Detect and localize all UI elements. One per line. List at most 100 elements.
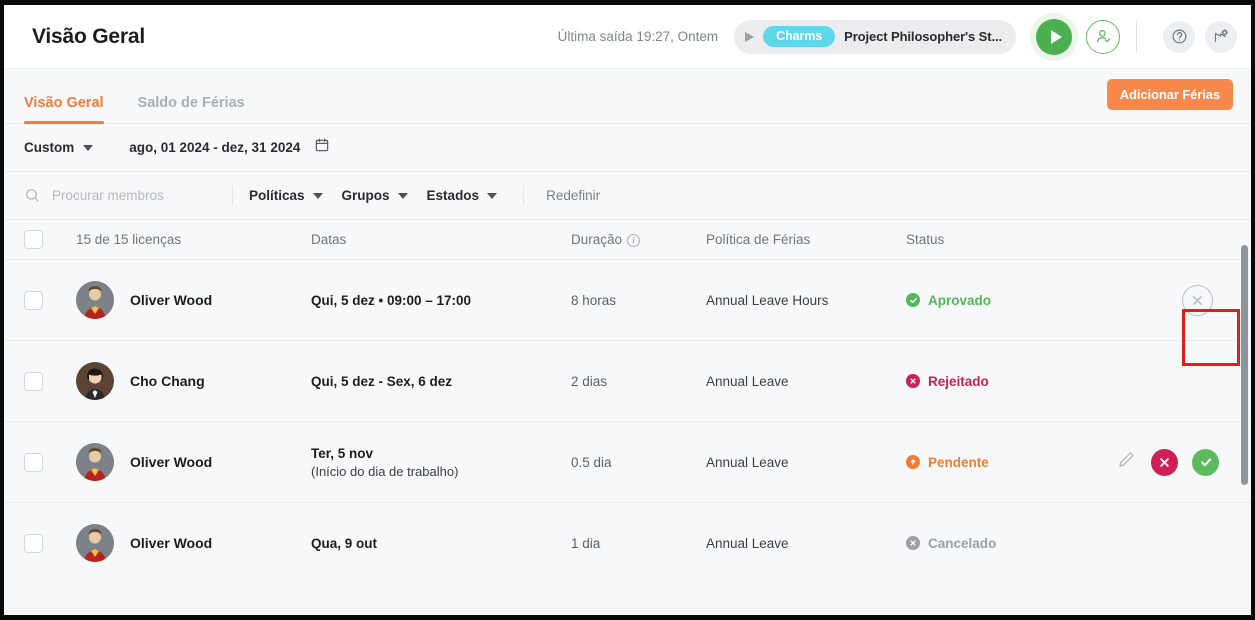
timer-project-name[interactable]: Project Philosopher's St... xyxy=(844,29,1002,44)
status-badge: Cancelado xyxy=(906,536,1116,551)
row-dates-cell: Qua, 9 out xyxy=(311,536,571,551)
row-policy: Annual Leave xyxy=(706,535,789,551)
user-check-icon[interactable] xyxy=(1086,19,1120,54)
status-badge: Aprovado xyxy=(906,293,1116,308)
edit-request-button[interactable] xyxy=(1116,449,1137,475)
chevron-down-icon xyxy=(312,192,323,199)
table-row[interactable]: Oliver Wood Qua, 9 out 1 dia Annual Leav… xyxy=(4,503,1251,582)
status-check-icon xyxy=(906,293,920,307)
help-button[interactable] xyxy=(1163,20,1195,53)
status-label: Pendente xyxy=(928,454,989,470)
row-checkbox[interactable] xyxy=(24,452,43,472)
row-dates: Ter, 5 nov xyxy=(311,445,374,461)
row-duration: 1 dia xyxy=(571,535,601,551)
table-header: 15 de 15 licenças Datas Duração i Polític… xyxy=(4,219,1251,260)
status-label: Rejeitado xyxy=(928,373,989,389)
row-status-cell: Rejeitado xyxy=(906,374,1116,389)
date-range-value[interactable]: ago, 01 2024 - dez, 31 2024 xyxy=(129,140,300,155)
status-badge: Pendente xyxy=(906,455,1116,470)
row-select-cell xyxy=(24,371,76,391)
header-divider xyxy=(1136,20,1137,53)
play-icon xyxy=(1036,18,1072,55)
row-dates: Qua, 9 out xyxy=(311,535,378,551)
tab-visao-geral[interactable]: Visão Geral xyxy=(24,95,104,124)
search-input[interactable]: Procurar membros xyxy=(24,187,232,204)
page-title: Visão Geral xyxy=(32,24,145,48)
row-dates-cell: Qui, 5 dez • 09:00 – 17:00 xyxy=(311,293,571,308)
filter-estados[interactable]: Estados xyxy=(427,188,498,203)
row-checkbox[interactable] xyxy=(24,533,43,553)
reset-filters-link[interactable]: Redefinir xyxy=(524,188,600,203)
approve-request-button[interactable] xyxy=(1192,448,1219,476)
filter-politicas-label: Políticas xyxy=(249,188,305,203)
table-row[interactable]: Oliver Wood Qui, 5 dez • 09:00 – 17:00 8… xyxy=(4,260,1251,341)
start-timer-button[interactable] xyxy=(1030,12,1078,61)
row-actions xyxy=(1116,284,1231,316)
row-checkbox[interactable] xyxy=(24,371,43,391)
row-select-cell xyxy=(24,452,76,472)
date-range-bar: Custom ago, 01 2024 - dez, 31 2024 xyxy=(4,124,1251,172)
avatar xyxy=(76,281,114,319)
row-dates-note: (Início do dia de trabalho) xyxy=(311,463,459,479)
row-checkbox[interactable] xyxy=(24,290,43,310)
row-dates-cell: Ter, 5 nov (Início do dia de trabalho) xyxy=(311,446,571,479)
status-pending-icon xyxy=(906,455,920,469)
avatar xyxy=(76,443,114,481)
table-row[interactable]: Oliver Wood Ter, 5 nov (Início do dia de… xyxy=(4,422,1251,503)
select-all-checkbox[interactable] xyxy=(24,230,43,249)
filter-bar: Procurar membros Políticas Grupos Estado… xyxy=(4,172,1251,219)
row-dates: Qui, 5 dez - Sex, 6 dez xyxy=(311,373,453,389)
select-all-cell xyxy=(24,230,76,249)
search-icon xyxy=(26,189,39,202)
vertical-scrollbar[interactable] xyxy=(1241,245,1248,485)
row-select-cell xyxy=(24,290,76,310)
table-row[interactable]: Cho Chang Qui, 5 dez - Sex, 6 dez 2 dias… xyxy=(4,341,1251,422)
active-timer-pill[interactable]: Charms Project Philosopher's St... xyxy=(734,19,1016,54)
column-dates: Datas xyxy=(311,232,347,247)
row-duration: 0.5 dia xyxy=(571,454,612,470)
member-name: Oliver Wood xyxy=(130,292,213,308)
column-licenses: 15 de 15 licenças xyxy=(76,232,182,247)
row-policy: Annual Leave xyxy=(706,454,789,470)
reject-request-button[interactable] xyxy=(1151,448,1178,476)
tab-saldo-de-ferias[interactable]: Saldo de Férias xyxy=(138,95,245,123)
row-select-cell xyxy=(24,533,76,553)
filter-grupos[interactable]: Grupos xyxy=(342,188,408,203)
row-member-cell: Oliver Wood xyxy=(76,524,311,562)
app-window: Visão Geral Última saída 19:27, Ontem Ch… xyxy=(0,0,1255,620)
add-vacation-button[interactable]: Adicionar Férias xyxy=(1106,79,1233,110)
timer-play-icon xyxy=(745,31,755,42)
row-member-cell: Cho Chang xyxy=(76,362,311,400)
filter-politicas[interactable]: Políticas xyxy=(249,188,323,203)
avatar xyxy=(76,524,114,562)
status-label: Aprovado xyxy=(928,292,992,308)
table-body: Oliver Wood Qui, 5 dez • 09:00 – 17:00 8… xyxy=(4,260,1251,582)
chevron-down-icon xyxy=(487,192,498,199)
row-dates-cell: Qui, 5 dez - Sex, 6 dez xyxy=(311,374,571,389)
info-icon[interactable]: i xyxy=(627,233,641,247)
timer-tag-badge[interactable]: Charms xyxy=(763,26,836,47)
chevron-down-icon xyxy=(397,192,408,199)
member-name: Cho Chang xyxy=(130,373,205,389)
row-member-cell: Oliver Wood xyxy=(76,281,311,319)
row-actions xyxy=(1116,448,1237,476)
chevron-down-icon xyxy=(83,144,94,151)
app-content: Visão Geral Última saída 19:27, Ontem Ch… xyxy=(4,5,1251,615)
filter-estados-label: Estados xyxy=(426,188,480,203)
member-name: Oliver Wood xyxy=(130,535,213,551)
filter-dropdowns: Políticas Grupos Estados xyxy=(233,188,523,203)
tab-bar: Visão Geral Saldo de Férias Adicionar Fé… xyxy=(4,69,1251,124)
settings-button[interactable] xyxy=(1205,20,1237,53)
status-x-icon xyxy=(906,374,920,388)
column-duration-label: Duração xyxy=(571,232,623,247)
date-preset-dropdown[interactable]: Custom xyxy=(24,140,94,155)
column-policy: Política de Férias xyxy=(706,232,811,247)
column-status: Status xyxy=(906,232,945,247)
calendar-icon[interactable] xyxy=(314,137,330,158)
cancel-request-button[interactable] xyxy=(1182,284,1213,316)
row-member-cell: Oliver Wood xyxy=(76,443,311,481)
last-checkout-text: Última saída 19:27, Ontem xyxy=(557,29,719,44)
member-name: Oliver Wood xyxy=(130,454,213,470)
status-cancelled-icon xyxy=(906,536,920,550)
row-status-cell: Cancelado xyxy=(906,536,1116,551)
